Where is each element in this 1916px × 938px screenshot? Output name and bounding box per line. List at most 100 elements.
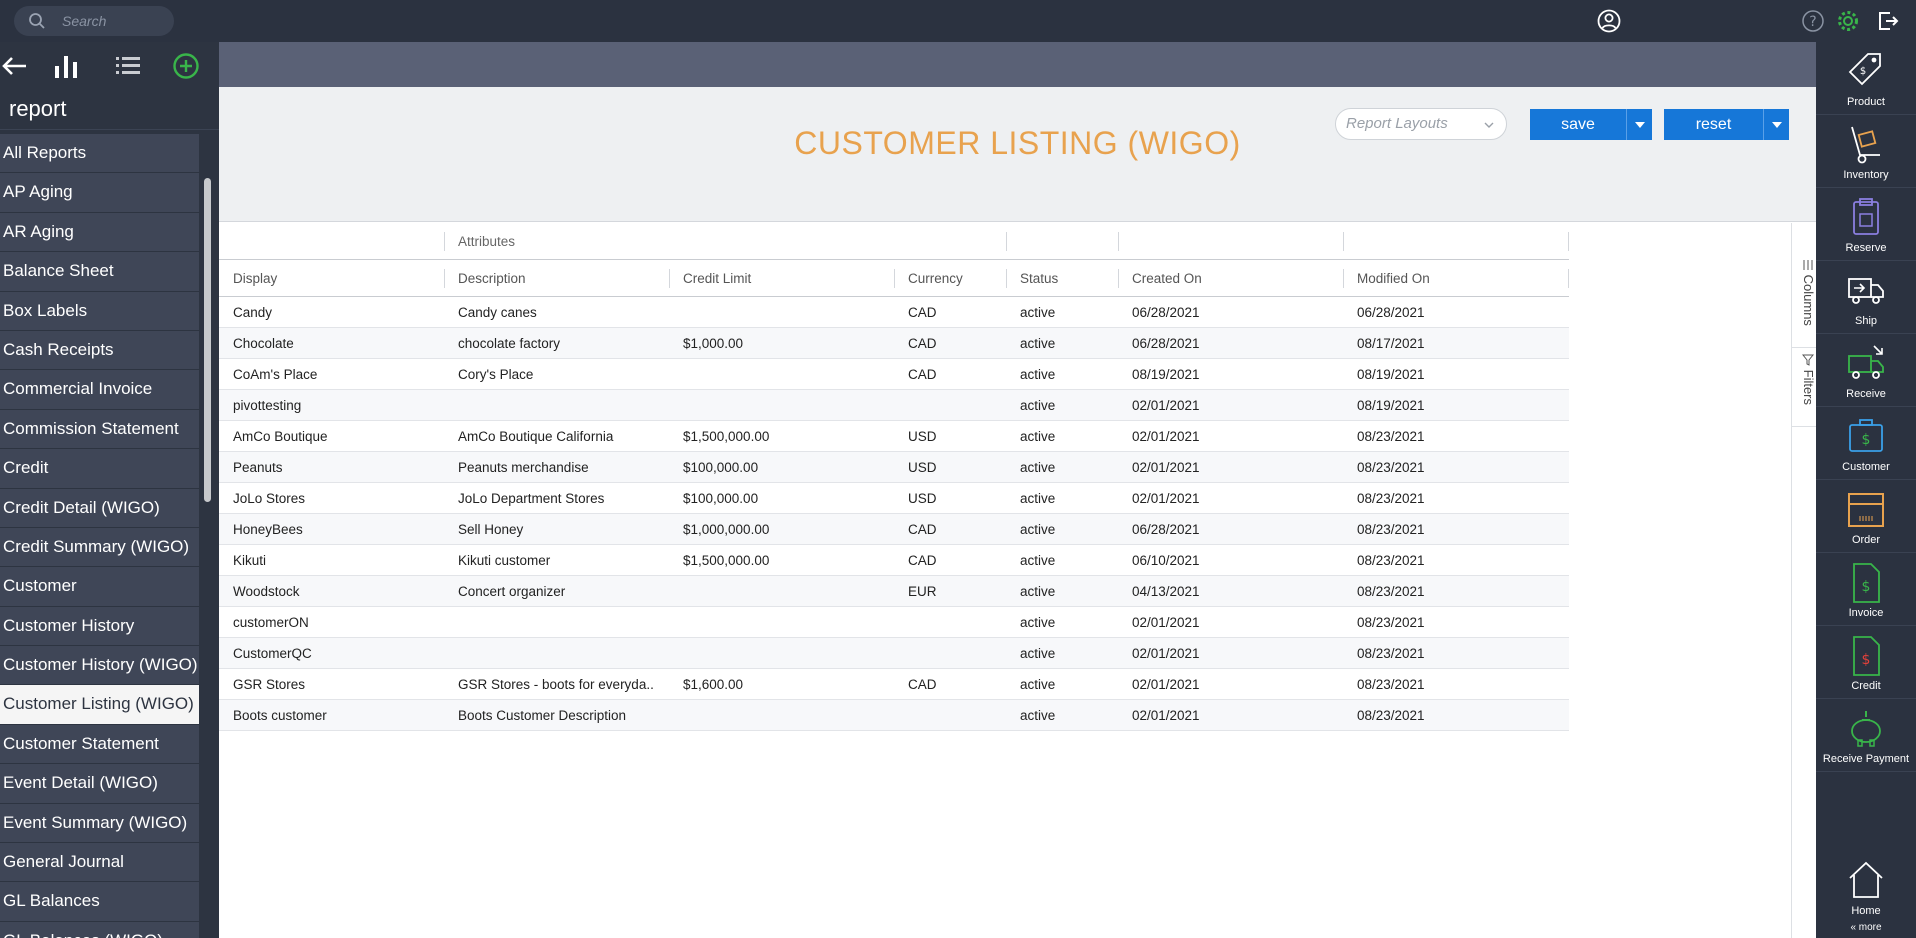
cell-currency: CAD — [908, 676, 937, 692]
cell-modified-on: 08/23/2021 — [1357, 459, 1425, 475]
cell-description — [444, 607, 654, 637]
table-row[interactable]: JoLo Stores JoLo Department Stores $100,00… — [219, 483, 1569, 514]
search-icon — [29, 13, 45, 29]
help-icon[interactable]: ? — [1801, 9, 1825, 33]
report-list-item[interactable]: GL Balances (WIGO) — [0, 921, 199, 938]
cell-description: Peanuts merchandise — [458, 459, 589, 475]
home-action[interactable]: Home — [1816, 850, 1916, 920]
table-row[interactable]: pivottesting active 02/01/2021 08/19/2021 — [219, 390, 1569, 421]
grid-column-header-row: Display Description Credit Limit Currency St… — [219, 260, 1569, 297]
cell-modified-on: 08/23/2021 — [1357, 490, 1425, 506]
cell-modified-on: 08/23/2021 — [1357, 645, 1425, 661]
cell-created-on: 06/28/2021 — [1132, 521, 1200, 537]
report-list-item[interactable]: Event Summary (WIGO) — [0, 803, 199, 844]
bar-chart-icon[interactable] — [52, 52, 80, 80]
report-list-item[interactable]: All Reports — [0, 134, 199, 174]
invoice-action[interactable]: $ Invoice — [1816, 553, 1916, 626]
column-header-currency[interactable]: Currency — [894, 260, 1006, 296]
ship-action[interactable]: Ship — [1816, 261, 1916, 334]
cell-status: active — [1020, 490, 1056, 506]
report-list-item[interactable]: Customer Listing (WIGO) — [0, 685, 199, 725]
column-header-credit-limit[interactable]: Credit Limit — [669, 260, 894, 296]
report-list-item[interactable]: Commission Statement — [0, 409, 199, 450]
report-list-item[interactable]: Customer — [0, 567, 199, 607]
report-list-item[interactable]: Customer History — [0, 606, 199, 647]
product-action-label: Product — [1847, 96, 1885, 108]
cell-credit-limit — [669, 607, 894, 637]
product-action[interactable]: $ Product — [1816, 42, 1916, 115]
report-list-item[interactable]: Credit Detail (WIGO) — [0, 488, 199, 528]
column-header-modified-on[interactable]: Modified On — [1343, 260, 1568, 296]
back-arrow-icon[interactable] — [0, 52, 28, 80]
report-list-item[interactable]: Box Labels — [0, 291, 199, 331]
column-header-created-on[interactable]: Created On — [1118, 260, 1343, 296]
credit-action[interactable]: $ Credit — [1816, 626, 1916, 699]
column-header-status[interactable]: Status — [1006, 260, 1118, 296]
user-account-icon[interactable] — [1597, 9, 1621, 33]
save-dropdown-button[interactable] — [1626, 109, 1652, 140]
list-icon[interactable] — [114, 52, 142, 80]
report-list-item[interactable]: AR Aging — [0, 212, 199, 253]
top-bar: Search ? — [0, 0, 1916, 42]
reset-dropdown-button[interactable] — [1763, 109, 1789, 140]
customer-action[interactable]: $ Customer — [1816, 407, 1916, 480]
table-row[interactable]: CoAm's Place Cory's Place CAD active 08/19/2… — [219, 359, 1569, 390]
column-separator — [894, 269, 895, 288]
cell-display: Chocolate — [233, 335, 294, 351]
table-row[interactable]: customerON active 02/01/2021 08/23/2021 — [219, 607, 1569, 638]
order-action[interactable]: Order — [1816, 480, 1916, 553]
report-list-item[interactable]: General Journal — [0, 843, 199, 883]
sidebar-scrollbar[interactable] — [204, 178, 211, 502]
receive-action[interactable]: Receive — [1816, 334, 1916, 407]
table-row[interactable]: HoneyBees Sell Honey $1,000,000.00 CAD activ… — [219, 514, 1569, 545]
credit-action-label: Credit — [1851, 680, 1881, 692]
column-separator — [444, 269, 445, 288]
settings-gear-icon[interactable] — [1836, 9, 1860, 33]
report-list-item[interactable]: Customer Statement — [0, 724, 199, 765]
table-row[interactable]: Chocolate chocolate factory $1,000.00 CAD ac… — [219, 328, 1569, 359]
inventory-action[interactable]: Inventory — [1816, 115, 1916, 188]
report-header: CUSTOMER LISTING (WIGO) Report Layouts s… — [219, 87, 1816, 222]
report-grid: Attributes Display Description Credit Limi… — [219, 223, 1569, 731]
report-list-item[interactable]: AP Aging — [0, 173, 199, 213]
report-list-item[interactable]: Balance Sheet — [0, 252, 199, 292]
table-row[interactable]: CustomerQC active 02/01/2021 08/23/2021 — [219, 638, 1569, 669]
reserve-action[interactable]: Reserve — [1816, 188, 1916, 261]
cell-created-on: 02/01/2021 — [1132, 459, 1200, 475]
cell-credit-limit: $100,000.00 — [683, 490, 759, 506]
cell-modified-on: 08/23/2021 — [1357, 521, 1425, 537]
cell-display: HoneyBees — [233, 521, 303, 537]
add-circle-icon[interactable] — [172, 52, 200, 80]
reset-button[interactable]: reset — [1664, 109, 1763, 140]
filters-tab[interactable]: Filters — [1792, 347, 1816, 427]
search-input[interactable]: Search — [14, 6, 174, 36]
report-list-item[interactable]: Event Detail (WIGO) — [0, 764, 199, 804]
report-list-item[interactable]: Commercial Invoice — [0, 370, 199, 410]
columns-tab[interactable]: Columns — [1792, 253, 1816, 343]
credit-document-icon: $ — [1853, 636, 1880, 676]
report-list-item[interactable]: GL Balances — [0, 882, 199, 922]
table-row[interactable]: Boots customer Boots Customer Description… — [219, 700, 1569, 731]
more-link[interactable]: « more — [1816, 922, 1916, 933]
table-row[interactable]: Woodstock Concert organizer EUR active 04/13… — [219, 576, 1569, 607]
save-button[interactable]: save — [1530, 109, 1626, 140]
table-row[interactable]: Kikuti Kikuti customer $1,500,000.00 CAD act… — [219, 545, 1569, 576]
report-list-item[interactable]: Credit — [0, 449, 199, 489]
column-header-display[interactable]: Display — [219, 260, 444, 296]
table-row[interactable]: GSR Stores GSR Stores - boots for everyda… — [219, 669, 1569, 700]
report-layouts-select[interactable]: Report Layouts — [1335, 108, 1507, 140]
column-separator — [1006, 269, 1007, 288]
column-header-description[interactable]: Description — [444, 260, 669, 296]
cell-currency: CAD — [908, 366, 937, 382]
table-row[interactable]: Peanuts Peanuts merchandise $100,000.00 USD… — [219, 452, 1569, 483]
report-list-item[interactable]: Credit Summary (WIGO) — [0, 527, 199, 568]
table-row[interactable]: AmCo Boutique AmCo Boutique California $1,… — [219, 421, 1569, 452]
reserve-action-label: Reserve — [1845, 242, 1887, 254]
report-list-item[interactable]: Customer History (WIGO) — [0, 646, 199, 686]
receive-payment-action[interactable]: Receive Payment — [1816, 699, 1916, 772]
table-row[interactable]: Candy Candy canes CAD active 06/28/2021 06/28… — [219, 297, 1569, 328]
cell-currency — [894, 390, 1006, 420]
svg-text:$: $ — [1860, 66, 1866, 77]
logout-icon[interactable] — [1876, 9, 1900, 33]
report-list-item[interactable]: Cash Receipts — [0, 330, 199, 371]
